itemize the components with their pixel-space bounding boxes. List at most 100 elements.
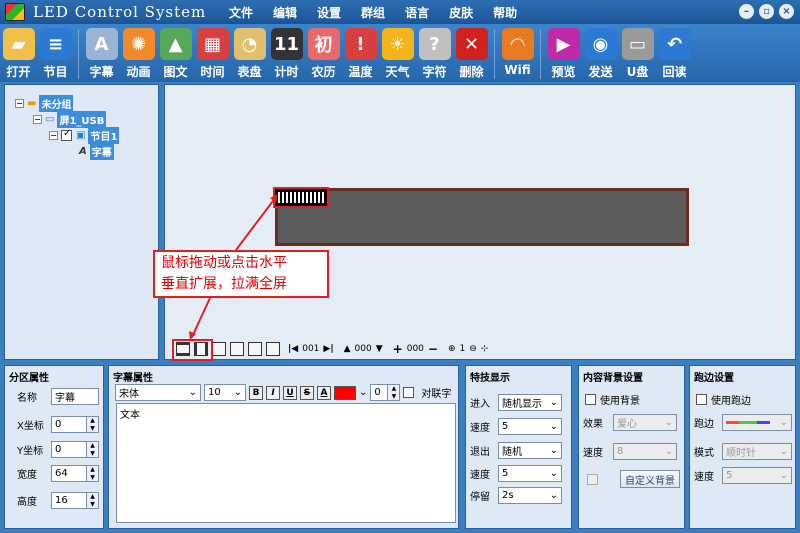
page-value: 001 bbox=[302, 344, 320, 354]
use-background-label: 使用背景 bbox=[600, 396, 640, 407]
last-page-icon[interactable]: ▶| bbox=[323, 344, 333, 354]
chevron-down-icon: ⌄ bbox=[549, 490, 558, 501]
zone-props-title: 分区属性 bbox=[9, 373, 49, 384]
zone-properties-panel: 分区属性 名称 字幕 X坐标 0 ▲ ▼ Y坐标 0 ▲ ▼ 宽度 64 ▲ ▼ 高度 16 ▲ ▼ bbox=[4, 365, 104, 529]
annotation-line1: 鼠标拖动或点击水平 bbox=[161, 255, 287, 271]
border-panel: 跑边设置 使用跑边 跑边 ⌄ 模式 顺时针 ⌄ 速度 5 ⌄ bbox=[689, 365, 796, 529]
y-input[interactable]: 0 bbox=[51, 441, 87, 458]
enter-select[interactable]: 随机显示 ⌄ bbox=[498, 394, 562, 411]
effect-value: 爱心 bbox=[617, 419, 637, 430]
speed1-select[interactable]: 5 ⌄ bbox=[498, 418, 562, 435]
strike-button[interactable]: S bbox=[300, 385, 314, 400]
border-style-preview bbox=[726, 421, 770, 424]
height-input[interactable]: 16 bbox=[51, 492, 87, 509]
text-color-button[interactable]: A bbox=[317, 385, 331, 400]
chevron-down-icon: ⌄ bbox=[233, 387, 242, 398]
chevron-down-icon: ⌄ bbox=[779, 470, 788, 481]
x-input[interactable]: 0 bbox=[51, 416, 87, 433]
spacing-input[interactable]: 0 bbox=[370, 384, 389, 401]
name-label: 名称 bbox=[17, 393, 37, 404]
border-style-select[interactable]: ⌄ bbox=[722, 414, 792, 431]
border-speed-label: 速度 bbox=[694, 472, 714, 483]
enter-value: 随机显示 bbox=[502, 399, 542, 410]
use-border-checkbox[interactable] bbox=[696, 394, 707, 405]
align-value: 000 bbox=[354, 344, 372, 354]
spacing-spinner[interactable]: ▲ ▼ bbox=[388, 384, 401, 401]
width-spinner[interactable]: ▲ ▼ bbox=[87, 465, 99, 482]
chevron-down-icon: ⌄ bbox=[188, 387, 197, 398]
plus-icon[interactable]: + bbox=[393, 342, 403, 356]
font-size-value: 10 bbox=[208, 387, 221, 398]
mode-label: 模式 bbox=[694, 448, 714, 459]
stay-select[interactable]: 2s ⌄ bbox=[498, 487, 562, 504]
first-page-icon[interactable]: |◀ bbox=[288, 344, 298, 354]
background-panel: 内容背景设置 使用背景 效果 爱心 ⌄ 速度 8 ⌄ 自定义背景 bbox=[578, 365, 685, 529]
chevron-down-icon: ⌄ bbox=[549, 468, 558, 479]
name-input[interactable]: 字幕 bbox=[51, 388, 99, 405]
mode-select[interactable]: 顺时针 ⌄ bbox=[722, 443, 792, 460]
move-up-icon[interactable]: ▲ bbox=[344, 344, 351, 354]
speed1-value: 5 bbox=[502, 421, 509, 432]
chevron-down-icon: ⌄ bbox=[664, 417, 673, 428]
use-border-label: 使用跑边 bbox=[711, 396, 751, 407]
minus-icon[interactable]: − bbox=[428, 342, 438, 356]
fit-screen-icon[interactable]: ⊹ bbox=[481, 344, 489, 354]
width-label: 宽度 bbox=[17, 470, 37, 481]
font-select[interactable]: 宋体 ⌄ bbox=[115, 384, 201, 401]
speed1-label: 速度 bbox=[470, 423, 490, 434]
speed2-label: 速度 bbox=[470, 470, 490, 481]
height-spinner[interactable]: ▲ ▼ bbox=[87, 492, 99, 509]
y-label: Y坐标 bbox=[17, 446, 44, 457]
chevron-down-icon[interactable]: ⌄ bbox=[359, 387, 367, 398]
canvas-control-bar: |◀ 001 ▶| ▲ 000 ▼ + 000 − ⊕ 1 ⊖ ⊹ bbox=[176, 342, 488, 356]
align-center-button[interactable] bbox=[212, 342, 226, 356]
mode-value: 顺时针 bbox=[726, 448, 756, 459]
border-speed-value: 5 bbox=[726, 470, 733, 481]
subtitle-text-area[interactable]: 文本 bbox=[116, 403, 456, 523]
chevron-down-icon: ⌄ bbox=[779, 417, 788, 428]
align-full-button[interactable] bbox=[266, 342, 280, 356]
italic-button[interactable]: I bbox=[266, 385, 280, 400]
align-checkbox[interactable] bbox=[403, 387, 415, 398]
chevron-down-icon: ⌄ bbox=[779, 446, 788, 457]
width-input[interactable]: 64 bbox=[51, 465, 87, 482]
annotation-line2: 垂直扩展，拉满全屏 bbox=[161, 276, 287, 292]
chevron-down-icon: ⌄ bbox=[549, 445, 558, 456]
exit-select[interactable]: 随机 ⌄ bbox=[498, 442, 562, 459]
chevron-down-icon: ⌄ bbox=[664, 446, 673, 457]
bold-button[interactable]: B bbox=[249, 385, 263, 400]
zoom-value: 000 bbox=[406, 344, 424, 354]
exit-value: 随机 bbox=[502, 447, 522, 458]
color-swatch[interactable] bbox=[334, 385, 356, 400]
x-spinner[interactable]: ▲ ▼ bbox=[87, 416, 99, 433]
speed2-select[interactable]: 5 ⌄ bbox=[498, 465, 562, 482]
underline-button[interactable]: U bbox=[283, 385, 297, 400]
align-bottom-button[interactable] bbox=[248, 342, 262, 356]
annotation-callout: 鼠标拖动或点击水平 垂直扩展，拉满全屏 bbox=[153, 250, 329, 298]
font-value: 宋体 bbox=[119, 389, 139, 400]
font-size-select[interactable]: 10 ⌄ bbox=[204, 384, 246, 401]
border-title: 跑边设置 bbox=[694, 373, 734, 384]
exit-label: 退出 bbox=[470, 447, 490, 458]
use-background-checkbox[interactable] bbox=[585, 394, 596, 405]
custom-background-button[interactable]: 自定义背景 bbox=[620, 470, 680, 488]
bg-speed-select[interactable]: 8 ⌄ bbox=[613, 443, 677, 460]
height-label: 高度 bbox=[17, 497, 37, 508]
expand-buttons-highlight bbox=[172, 339, 213, 361]
border-speed-select[interactable]: 5 ⌄ bbox=[722, 467, 792, 484]
x-label: X坐标 bbox=[17, 421, 44, 432]
speed2-value: 5 bbox=[502, 468, 509, 479]
scale-value: 1 bbox=[459, 344, 466, 354]
align-box-button[interactable] bbox=[230, 342, 244, 356]
align-label: 对联字 bbox=[421, 389, 452, 400]
chevron-down-icon: ⌄ bbox=[549, 421, 558, 432]
chevron-down-icon: ⌄ bbox=[549, 397, 558, 408]
custom-bg-checkbox[interactable] bbox=[587, 473, 598, 485]
effect-select[interactable]: 爱心 ⌄ bbox=[613, 414, 677, 431]
effect-label: 效果 bbox=[583, 419, 603, 430]
zoom-in-icon[interactable]: ⊕ bbox=[448, 344, 456, 354]
y-spinner[interactable]: ▲ ▼ bbox=[87, 441, 99, 458]
move-down-icon[interactable]: ▼ bbox=[376, 344, 383, 354]
zoom-out-icon[interactable]: ⊖ bbox=[469, 344, 477, 354]
effects-title: 特技显示 bbox=[470, 373, 510, 384]
